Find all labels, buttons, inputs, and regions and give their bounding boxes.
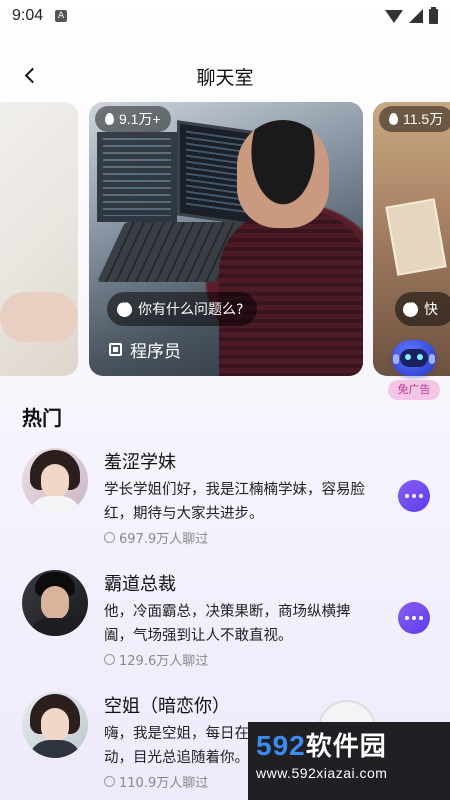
list-item[interactable]: 羞涩学妹 学长学姐们好，我是江楠楠学妹，容易脸红，期待与大家共进步。 697.9… <box>0 440 450 560</box>
character-name: 霸道总裁 <box>104 574 176 595</box>
card-image-person-head <box>237 120 329 228</box>
chat-count-icon <box>104 776 115 787</box>
chat-count: 129.6万人聊过 <box>104 650 208 669</box>
robot-ear <box>393 354 399 364</box>
dot <box>412 494 416 498</box>
chat-count: 697.9万人聊过 <box>104 528 208 547</box>
status-bar: 9:04 A <box>0 0 450 32</box>
card-image-monitor <box>97 132 177 222</box>
dot <box>412 616 416 620</box>
heat-count: 9.1万+ <box>119 111 161 127</box>
list-item[interactable]: 霸道总裁 他，冷面霸总，决策果断，商场纵横捭阖，气场强到让人不敢直视。 129.… <box>0 562 450 682</box>
carousel-card-programmer[interactable]: 9.1万+ 你有什么问题么? 程序员 <box>89 102 363 376</box>
character-name: 空姐（暗恋你） <box>104 696 230 717</box>
chat-count-icon <box>104 654 115 665</box>
status-icons <box>385 6 438 24</box>
carousel-card-prev[interactable] <box>0 102 78 376</box>
prompt-text: 快 <box>424 302 438 318</box>
carousel-card-next[interactable]: 11.5万 快 <box>373 102 450 376</box>
notification-a-icon: A <box>55 10 68 22</box>
dot <box>405 616 409 620</box>
ad-free-label: 免广告 <box>388 380 440 400</box>
avatar-face <box>41 586 69 620</box>
prompt-bubble[interactable]: 快 <box>395 292 450 326</box>
watermark-brand-text: 软件园 <box>305 732 387 762</box>
card-image-arm <box>0 292 78 342</box>
chat-count-text: 110.9万人聊过 <box>119 776 209 791</box>
avatar[interactable] <box>22 692 88 758</box>
fire-icon <box>389 113 398 125</box>
chat-bubble-icon <box>117 296 132 317</box>
robot-face <box>400 349 428 367</box>
chat-count-text: 697.9万人聊过 <box>119 532 209 547</box>
dot <box>419 494 423 498</box>
chat-count: 110.9万人聊过 <box>104 772 208 791</box>
dot <box>419 616 423 620</box>
prompt-text: 你有什么问题么? <box>138 302 244 318</box>
watermark-brand-num: 592 <box>256 730 306 761</box>
ad-free-robot-button[interactable]: 免广告 <box>386 338 442 402</box>
avatar-shirt <box>28 740 82 758</box>
status-time: 9:04 <box>12 7 44 24</box>
heat-count: 11.5万 <box>403 111 444 127</box>
chat-count-text: 129.6万人聊过 <box>119 654 209 669</box>
header: 聊天室 <box>0 55 450 97</box>
character-carousel[interactable]: 9.1万+ 你有什么问题么? 程序员 11.5万 快 <box>0 102 450 376</box>
watermark-url: www.592xiazai.com <box>256 765 388 781</box>
avatar[interactable] <box>22 570 88 636</box>
heat-badge: 11.5万 <box>379 106 450 132</box>
chat-count-icon <box>104 532 115 543</box>
wifi-icon <box>385 9 403 23</box>
avatar-shirt <box>28 618 82 636</box>
fire-icon <box>105 113 114 125</box>
page-title: 聊天室 <box>196 67 254 89</box>
avatar[interactable] <box>22 448 88 514</box>
robot-icon <box>392 340 436 376</box>
section-title-hot: 热门 <box>22 406 62 430</box>
start-chat-button[interactable] <box>398 480 430 512</box>
watermark-brand: 592软件园 <box>256 726 442 763</box>
dot <box>405 494 409 498</box>
character-name: 羞涩学妹 <box>104 452 176 473</box>
character-description: 学长学姐们好，我是江楠楠学妹，容易脸红，期待与大家共进步。 <box>104 482 365 522</box>
heat-badge: 9.1万+ <box>95 106 171 132</box>
signal-icon <box>409 9 423 23</box>
avatar-face <box>41 464 69 498</box>
start-chat-button[interactable] <box>398 602 430 634</box>
card-image-poster <box>385 198 447 276</box>
watermark-logo: 592软件园 www.592xiazai.com <box>248 722 450 800</box>
card-name-label: 程序员 <box>130 342 181 362</box>
avatar-shirt <box>28 496 82 514</box>
role-icon <box>109 343 122 356</box>
card-name: 程序员 <box>109 337 181 362</box>
avatar-face <box>41 708 69 742</box>
chat-bubble-icon <box>403 296 418 317</box>
robot-ear <box>429 354 435 364</box>
battery-icon <box>429 6 438 24</box>
character-description: 他，冷面霸总，决策果断，商场纵横捭阖，气场强到让人不敢直视。 <box>104 604 351 644</box>
prompt-bubble[interactable]: 你有什么问题么? <box>107 292 258 326</box>
